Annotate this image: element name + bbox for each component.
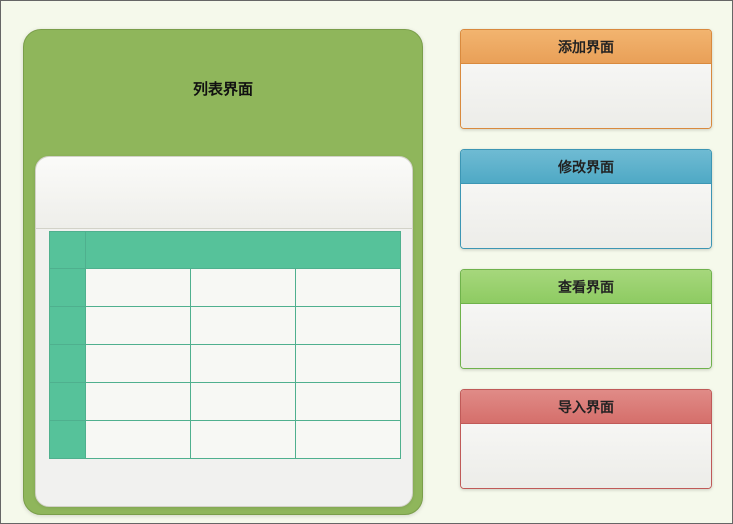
add-panel-title: 添加界面 xyxy=(461,30,711,64)
table-cell xyxy=(191,269,296,306)
table-corner-cell xyxy=(50,232,86,268)
import-panel-body xyxy=(461,424,711,489)
table-header-row xyxy=(50,232,400,268)
table-cell xyxy=(296,269,400,306)
import-panel[interactable]: 导入界面 xyxy=(460,389,712,489)
table-cell xyxy=(191,307,296,344)
table-cell xyxy=(296,383,400,420)
table-cell xyxy=(86,269,191,306)
row-header-cell xyxy=(50,421,86,458)
edit-panel-title: 修改界面 xyxy=(461,150,711,184)
list-inner-panel xyxy=(35,156,413,507)
table-cell xyxy=(191,383,296,420)
view-panel-body xyxy=(461,304,711,369)
table-cell xyxy=(296,421,400,458)
table-cell xyxy=(86,307,191,344)
list-panel: 列表界面 xyxy=(23,29,423,515)
add-panel-body xyxy=(461,64,711,129)
table-row xyxy=(50,268,400,306)
row-header-cell xyxy=(50,383,86,420)
table-cell xyxy=(296,345,400,382)
view-panel-title: 查看界面 xyxy=(461,270,711,304)
list-inner-header xyxy=(36,157,412,229)
edit-panel[interactable]: 修改界面 xyxy=(460,149,712,249)
row-header-cell xyxy=(50,269,86,306)
table-cell xyxy=(191,421,296,458)
list-panel-title: 列表界面 xyxy=(24,30,422,99)
table-row xyxy=(50,382,400,420)
table-row xyxy=(50,344,400,382)
table-row xyxy=(50,306,400,344)
row-header-cell xyxy=(50,307,86,344)
table-cell xyxy=(86,345,191,382)
table-cell xyxy=(86,383,191,420)
list-table xyxy=(49,231,401,459)
table-cell xyxy=(296,307,400,344)
row-header-cell xyxy=(50,345,86,382)
view-panel[interactable]: 查看界面 xyxy=(460,269,712,369)
table-row xyxy=(50,420,400,458)
add-panel[interactable]: 添加界面 xyxy=(460,29,712,129)
edit-panel-body xyxy=(461,184,711,249)
import-panel-title: 导入界面 xyxy=(461,390,711,424)
table-cell xyxy=(191,345,296,382)
table-cell xyxy=(86,421,191,458)
